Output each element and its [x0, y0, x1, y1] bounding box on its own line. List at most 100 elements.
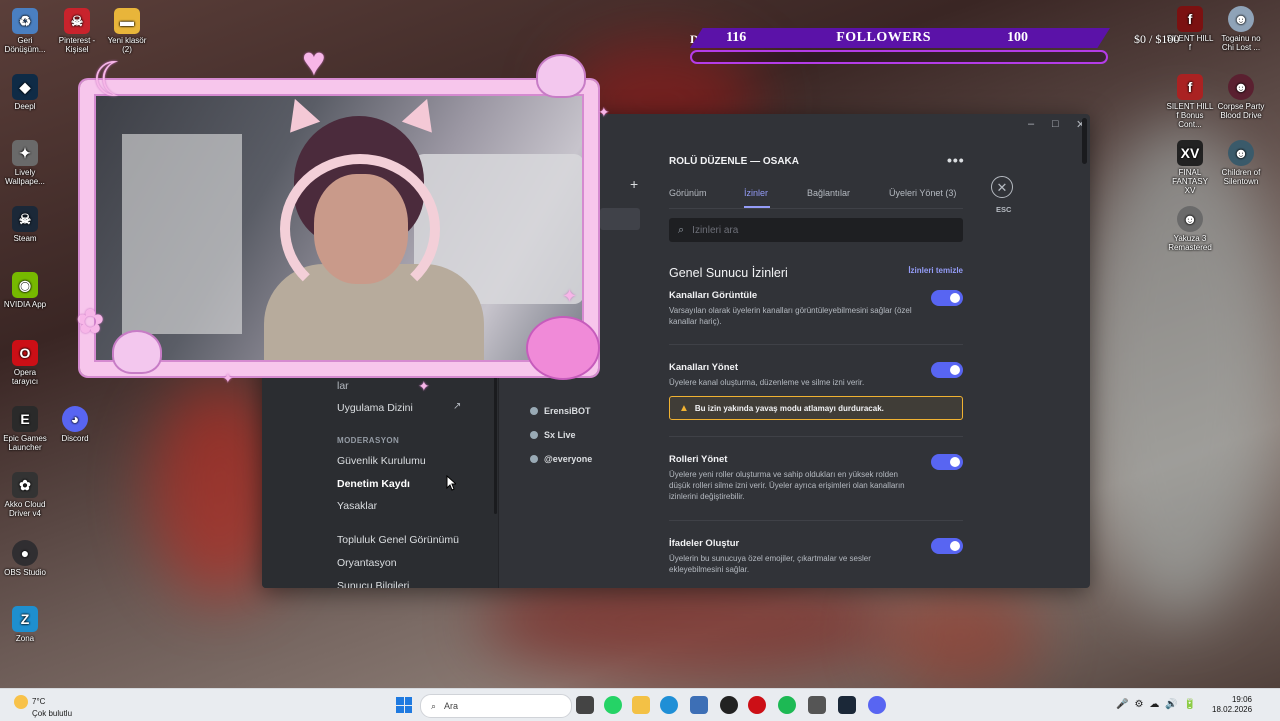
close-settings-button[interactable]: ✕	[991, 176, 1013, 198]
steam-taskbar-icon[interactable]	[838, 696, 856, 714]
permission-view-channels: Kanalları Görüntüle Varsayılan olarak üy…	[669, 290, 965, 327]
minimize-button[interactable]: –	[1028, 118, 1034, 130]
sidebar-item-bans[interactable]: Yasaklar	[337, 500, 377, 512]
desktop-icon-opera[interactable]: O Opera tarayıcı	[1, 340, 49, 386]
start-button[interactable]	[396, 697, 412, 713]
weather-widget[interactable]: 7°C Çok bulutlu	[14, 695, 72, 719]
tab-display[interactable]: Görünüm	[669, 188, 707, 198]
desktop-icon-silent-hill-bonus[interactable]: f SILENT HILL f Bonus Cont...	[1166, 74, 1214, 129]
followers-progress-track	[690, 50, 1108, 64]
permission-toggle[interactable]	[931, 290, 963, 306]
nvidia-icon: ◉	[12, 272, 38, 298]
sidebar-item-onboarding[interactable]: Oryantasyon	[337, 557, 397, 569]
desktop-icon-steam[interactable]: ☠ Steam	[1, 206, 49, 243]
opera-gx-icon[interactable]	[748, 696, 766, 714]
desktop-icon-children-silentown[interactable]: ☻ Children of Silentown	[1217, 140, 1265, 186]
permission-name: İfadeler Oluştur	[669, 538, 740, 549]
mouse-cursor-icon	[446, 475, 456, 491]
permission-toggle[interactable]	[931, 538, 963, 554]
desktop-icon-lively-wallpaper[interactable]: ✦ Lively Wallpape...	[1, 140, 49, 186]
desktop-icon-recycle-bin[interactable]: ♻ Geri Dönüşüm...	[1, 8, 49, 54]
deepl-icon: ◆	[12, 74, 38, 100]
permission-name: Kanalları Görüntüle	[669, 290, 758, 301]
warning-text: Bu izin yakında yavaş modu atlamayı durd…	[694, 403, 884, 413]
system-tray[interactable]: 🎤⚙☁🔊🔋	[1116, 699, 1202, 710]
chatgpt-icon[interactable]	[720, 696, 738, 714]
warning-banner: ▲ Bu izin yakında yavaş modu atlamayı du…	[669, 396, 963, 420]
file-explorer-icon[interactable]	[632, 696, 650, 714]
role-item-sx-live[interactable]: Sx Live	[530, 430, 576, 440]
divider	[669, 520, 963, 521]
divider	[669, 436, 963, 437]
store-icon[interactable]	[690, 696, 708, 714]
whatsapp-icon[interactable]	[604, 696, 622, 714]
pinterest-icon: ☠	[64, 8, 90, 34]
recycle-bin-icon: ♻	[12, 8, 38, 34]
clock[interactable]: 19:06 18.02.2026	[1212, 695, 1252, 715]
sparkle-icon: ✦	[418, 378, 430, 394]
background-window-light	[1080, 120, 1280, 620]
role-edit-panel: ROLÜ DÜZENLE — OSAKA ••• Görünüm İzinler…	[669, 114, 969, 588]
role-item-erensibot[interactable]: ErensiBOT	[530, 406, 591, 416]
more-options-icon[interactable]: •••	[947, 152, 965, 168]
desktop-icon-nvidia-app[interactable]: ◉ NVIDIA App	[1, 272, 49, 309]
desktop-icon-zona[interactable]: Z Zona	[1, 606, 49, 643]
background-toy	[880, 580, 1040, 690]
add-role-button[interactable]: +	[630, 176, 638, 192]
window-scrollbar[interactable]	[1082, 118, 1087, 164]
webcam-frame-border	[80, 80, 598, 376]
zona-icon: Z	[12, 606, 38, 632]
maximize-button[interactable]: □	[1052, 118, 1059, 130]
opera-icon: O	[12, 340, 38, 366]
permission-toggle[interactable]	[931, 454, 963, 470]
sidebar-item-app-directory[interactable]: Uygulama Dizini	[337, 402, 413, 414]
tabs-divider	[669, 208, 963, 209]
permission-description: Üyelere kanal oluşturma, düzenleme ve si…	[669, 378, 865, 387]
tab-permissions[interactable]: İzinler	[744, 188, 768, 198]
sidebar-item-server-info[interactable]: Sunucu Bilgileri	[337, 580, 409, 588]
tab-links[interactable]: Bağlantılar	[807, 188, 850, 198]
desktop-icon-final-fantasy[interactable]: XV FINAL FANTASY XV	[1166, 140, 1214, 195]
corpse-party-icon: ☻	[1228, 74, 1254, 100]
desktop-icon-corpse-party[interactable]: ☻ Corpse Party Blood Drive	[1217, 74, 1265, 120]
tab-manage-members[interactable]: Üyeleri Yönet (3)	[889, 188, 956, 198]
sidebar-item-security-setup[interactable]: Güvenlik Kurulumu	[337, 455, 426, 467]
app-icon[interactable]	[808, 696, 826, 714]
children-silentown-icon: ☻	[1228, 140, 1254, 166]
desktop-icon-obs-studio[interactable]: ● OBS Studio	[1, 540, 49, 577]
clear-permissions-link[interactable]: İzinleri temizle	[908, 266, 963, 275]
sidebar-item-audit-log[interactable]: Denetim Kaydı	[337, 478, 410, 490]
edge-icon[interactable]	[660, 696, 678, 714]
section-title: Genel Sunucu İzinleri	[669, 266, 788, 280]
search-input[interactable]	[690, 223, 945, 237]
rose-ornament-icon: ✿	[76, 303, 105, 341]
desktop-icon-yakuza-3[interactable]: ☻ Yakuza 3 Remastered	[1166, 206, 1214, 252]
final-fantasy-icon: XV	[1177, 140, 1203, 166]
desktop-icon-discord[interactable]: ◕ Discord	[51, 406, 99, 443]
sparkle-icon: ✦	[598, 104, 610, 120]
donation-goal: $0 / $100	[1134, 32, 1180, 46]
role-color-dot	[530, 407, 538, 415]
togainu-icon: ☻	[1228, 6, 1254, 32]
skull-ornament-bottom	[112, 330, 162, 374]
page-title: ROLÜ DÜZENLE — OSAKA	[669, 156, 799, 167]
task-view-icon[interactable]	[576, 696, 594, 714]
followers-current: 116	[726, 30, 747, 45]
active-tab-indicator	[744, 206, 770, 208]
akko-icon: ✿	[12, 472, 38, 498]
desktop-icon-togainu[interactable]: ☻ Togainu no Chi Lost ...	[1217, 6, 1265, 52]
sidebar-item-community-overview[interactable]: Topluluk Genel Görünümü	[337, 534, 459, 546]
desktop-icon-deepl[interactable]: ◆ Deepl	[1, 74, 49, 111]
desktop-icon-akko-cloud[interactable]: ✿ Akko Cloud Driver v4	[1, 472, 49, 518]
external-link-icon: ↗	[453, 401, 462, 412]
permissions-search[interactable]: ⌕	[669, 218, 963, 242]
desktop-icon-epic-games[interactable]: E Epic Games Launcher	[1, 406, 49, 452]
followers-goal-bar: 116 FOLLOWERS 100	[690, 28, 1110, 48]
spotify-icon[interactable]	[778, 696, 796, 714]
search-icon: ⌕	[678, 223, 685, 236]
permission-toggle[interactable]	[931, 362, 963, 378]
taskbar-search[interactable]: ⌕ Ara	[420, 694, 572, 718]
role-item-everyone[interactable]: @everyone	[530, 454, 592, 464]
discord-taskbar-icon[interactable]	[868, 696, 886, 714]
silent-hill-bonus-icon: f	[1177, 74, 1203, 100]
